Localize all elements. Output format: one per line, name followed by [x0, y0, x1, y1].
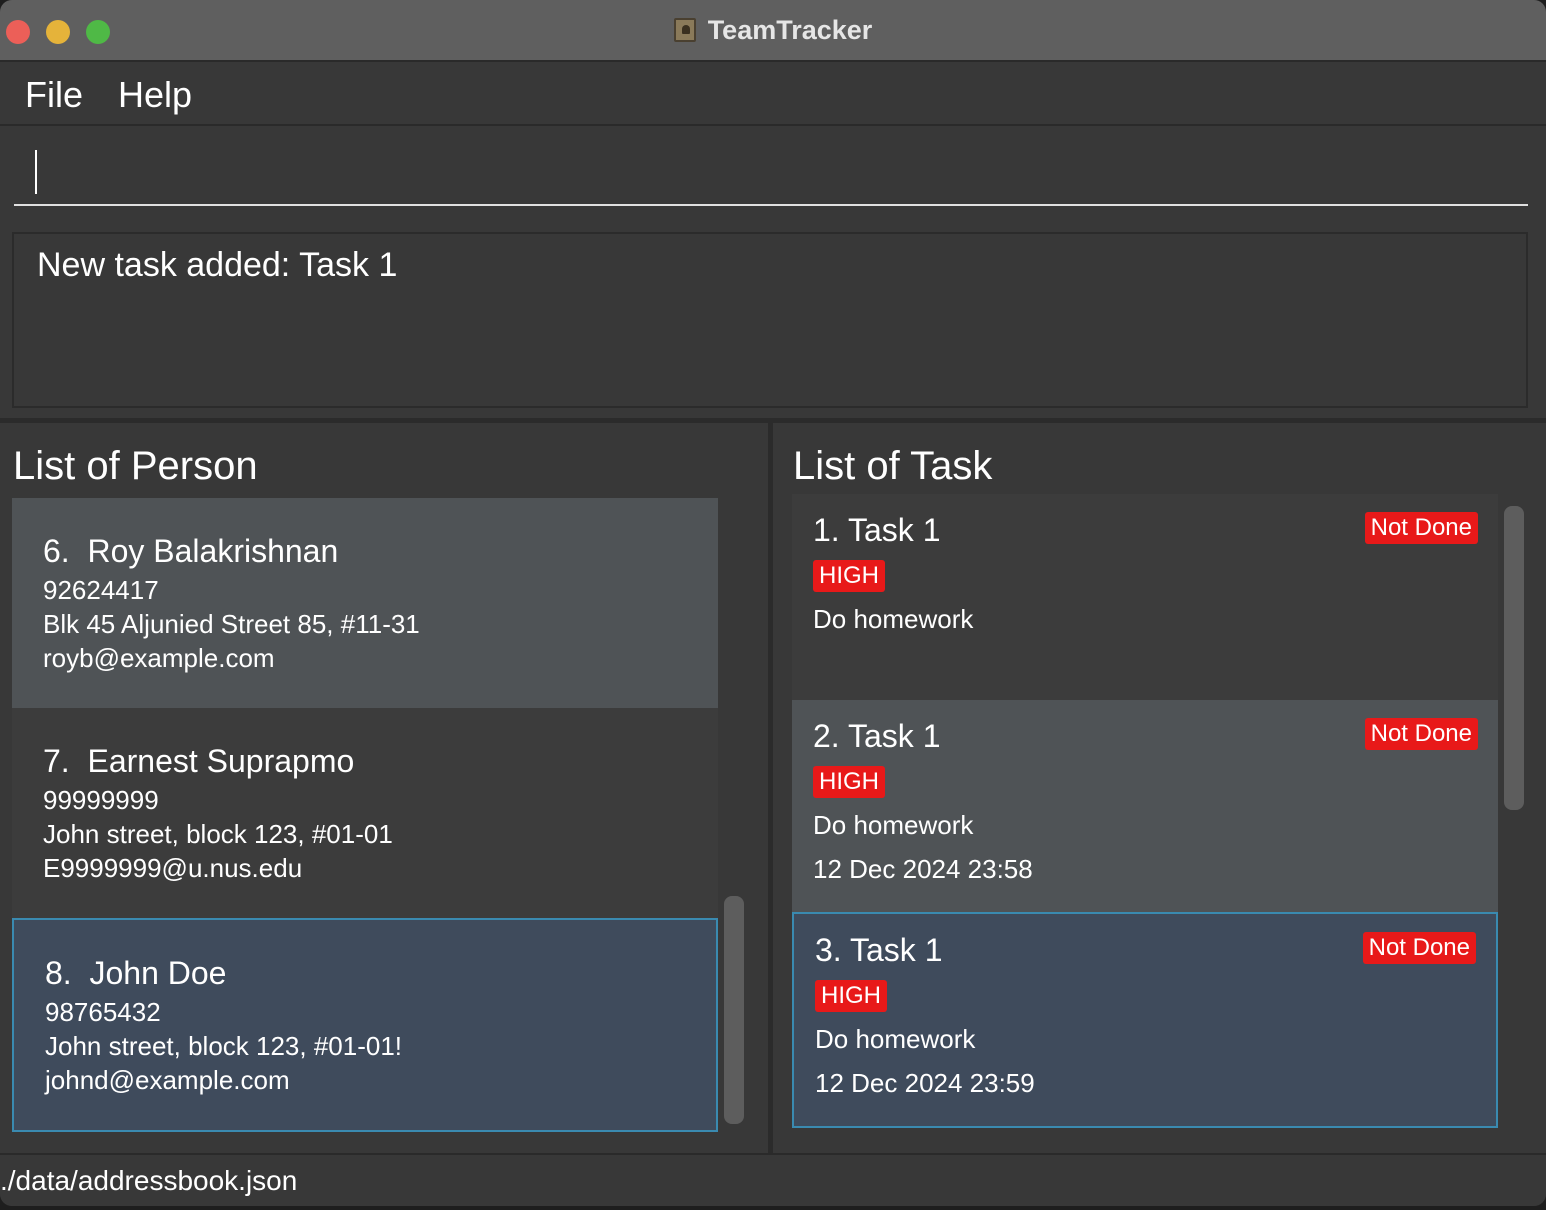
- task-card[interactable]: 2. Task 1 Not Done HIGH Do homework 12 D…: [792, 700, 1498, 912]
- command-input[interactable]: [14, 142, 1528, 206]
- title-bar[interactable]: TeamTracker: [0, 0, 1546, 62]
- person-name: 6. Roy Balakrishnan: [43, 533, 339, 569]
- status-badge: Not Done: [1364, 512, 1478, 544]
- task-card[interactable]: 1. Task 1 Not Done HIGH Do homework: [792, 494, 1498, 700]
- person-list-scrollbar[interactable]: [724, 896, 744, 1124]
- person-email: johnd@example.com: [45, 1065, 290, 1095]
- result-display: New task added: Task 1: [12, 232, 1528, 408]
- priority-badge: HIGH: [815, 980, 887, 1012]
- person-address: Blk 45 Aljunied Street 85, #11-31: [43, 609, 420, 639]
- status-badge: Not Done: [1362, 932, 1476, 964]
- person-address: John street, block 123, #01-01!: [45, 1031, 403, 1061]
- task-due-date: 12 Dec 2024 23:58: [813, 854, 1033, 884]
- task-due-date: 12 Dec 2024 23:59: [815, 1068, 1035, 1098]
- save-file-path: ./data/addressbook.json: [0, 1165, 298, 1196]
- task-list-scrollbar[interactable]: [1504, 506, 1524, 810]
- task-title: 3. Task 1: [815, 932, 943, 968]
- person-phone: 98765432: [45, 997, 161, 1027]
- text-caret: [35, 150, 37, 194]
- person-list-title: List of Person: [13, 444, 258, 488]
- priority-badge: HIGH: [813, 766, 885, 798]
- person-phone: 92624417: [43, 575, 159, 605]
- task-list: 1. Task 1 Not Done HIGH Do homework 2. T…: [792, 494, 1498, 1130]
- task-description: Do homework: [813, 604, 974, 634]
- task-title: 1. Task 1: [813, 512, 941, 548]
- priority-badge: HIGH: [813, 560, 885, 592]
- task-list-title: List of Task: [793, 444, 993, 488]
- title-group: TeamTracker: [0, 0, 1546, 60]
- task-title: 2. Task 1: [813, 718, 941, 754]
- task-description: Do homework: [815, 1024, 976, 1054]
- person-card-selected[interactable]: 8. John Doe 98765432 John street, block …: [12, 918, 718, 1132]
- person-phone: 99999999: [43, 785, 159, 815]
- person-card[interactable]: 7. Earnest Suprapmo 99999999 John street…: [12, 708, 718, 918]
- addressbook-app-icon: [673, 18, 696, 42]
- horizontal-divider: [0, 418, 1546, 423]
- result-message: New task added: Task 1: [37, 246, 398, 284]
- person-list: 6. Roy Balakrishnan 92624417 Blk 45 Alju…: [12, 498, 718, 1132]
- task-description: Do homework: [813, 810, 974, 840]
- person-name: 8. John Doe: [45, 955, 227, 991]
- command-box: [0, 126, 1546, 218]
- window-title: TeamTracker: [707, 14, 873, 45]
- person-card[interactable]: 6. Roy Balakrishnan 92624417 Blk 45 Alju…: [12, 498, 718, 708]
- person-name: 7. Earnest Suprapmo: [43, 743, 355, 779]
- menu-bar: File Help: [0, 62, 1546, 126]
- person-email: E9999999@u.nus.edu: [43, 853, 303, 883]
- menu-file[interactable]: File: [25, 74, 83, 116]
- person-email: royb@example.com: [43, 643, 275, 673]
- menu-help[interactable]: Help: [118, 74, 192, 116]
- app-window: TeamTracker File Help New task added: Ta…: [0, 0, 1546, 1206]
- status-badge: Not Done: [1364, 718, 1478, 750]
- task-card-selected[interactable]: 3. Task 1 Not Done HIGH Do homework 12 D…: [792, 912, 1498, 1128]
- status-bar: ./data/addressbook.json: [0, 1153, 1546, 1206]
- person-address: John street, block 123, #01-01: [43, 819, 393, 849]
- panel-split-divider[interactable]: [768, 423, 773, 1153]
